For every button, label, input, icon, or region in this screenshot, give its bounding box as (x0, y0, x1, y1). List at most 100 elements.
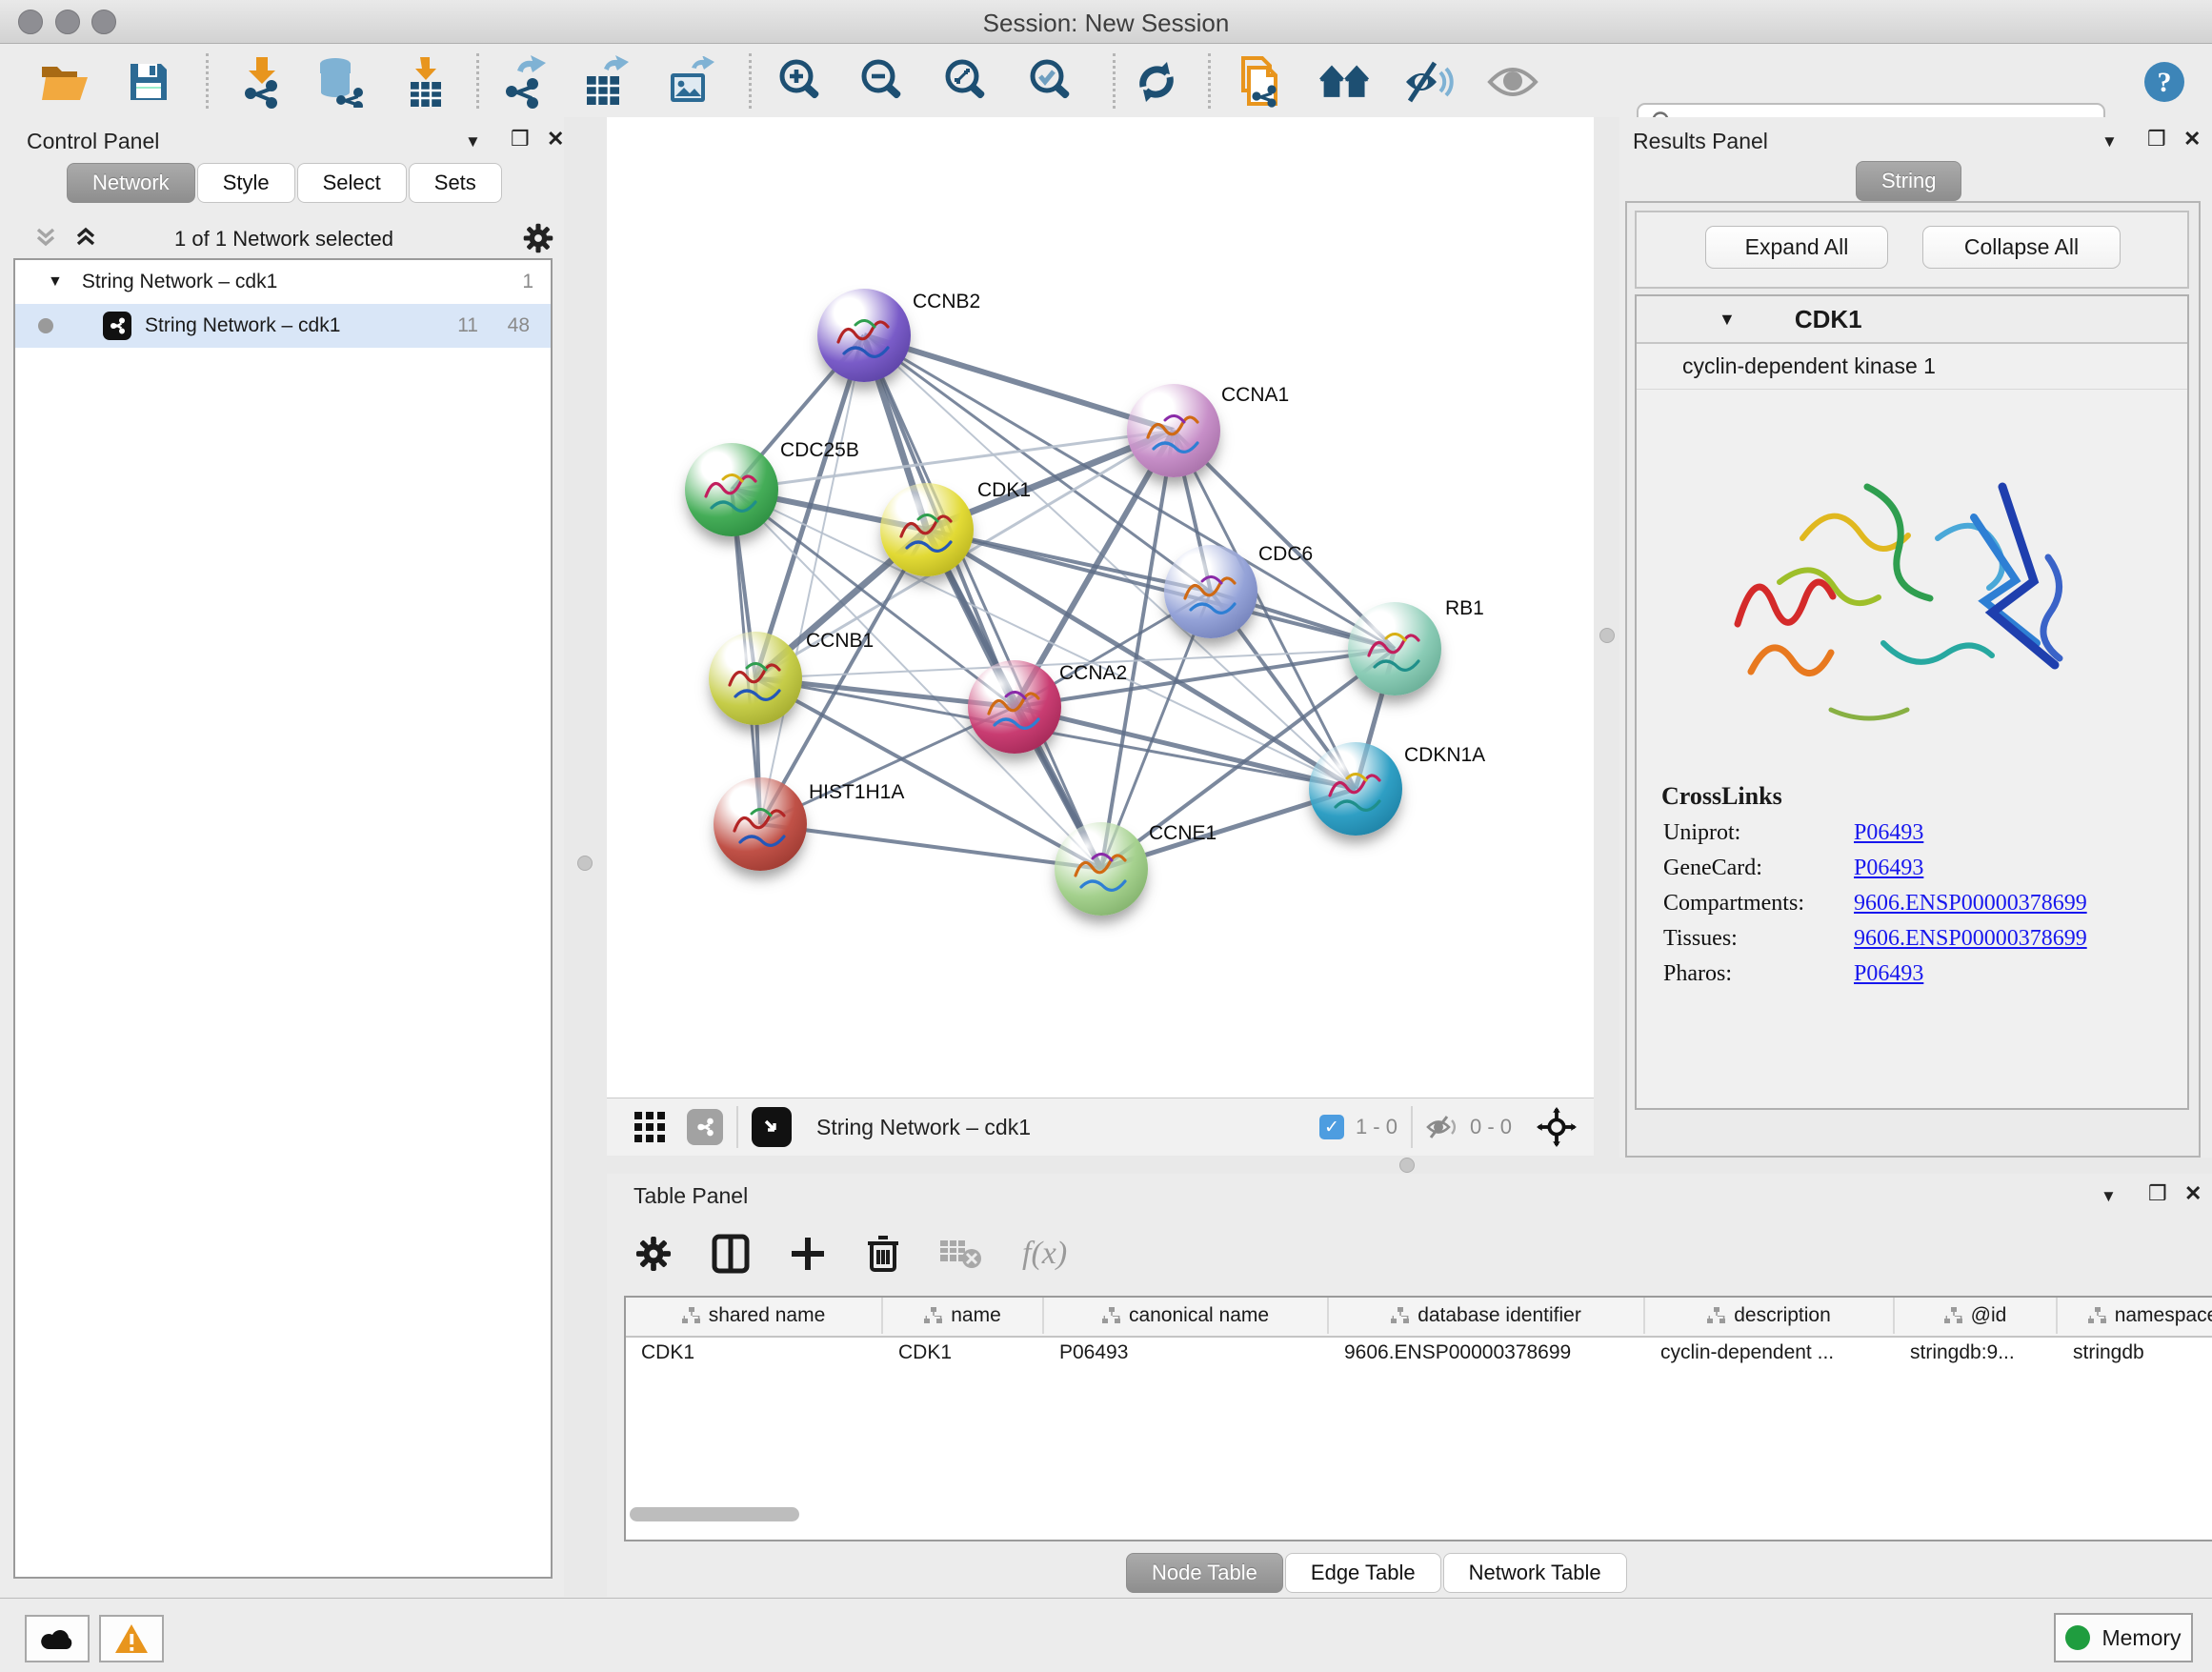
table-cell[interactable]: 9606.ENSP00000378699 (1344, 1341, 1639, 1364)
export-network-icon[interactable] (498, 55, 552, 109)
tab-network-table[interactable]: Network Table (1443, 1553, 1627, 1593)
column-header-shared-name[interactable]: shared name (626, 1298, 883, 1334)
table-columns-icon[interactable] (712, 1234, 750, 1274)
node-ccnb1[interactable] (709, 632, 802, 725)
zoom-out-icon[interactable] (855, 55, 909, 109)
tab-network[interactable]: Network (67, 163, 195, 203)
column-header-database-identifier[interactable]: database identifier (1329, 1298, 1645, 1334)
node-label-ccna2: CCNA2 (1059, 662, 1127, 685)
crosslink-link[interactable]: P06493 (1854, 856, 1923, 881)
clone-network-icon[interactable] (1233, 55, 1286, 109)
export-table-icon[interactable] (580, 55, 633, 109)
import-network-file-icon[interactable] (234, 55, 288, 109)
node-cdk1[interactable] (880, 483, 974, 576)
results-close-icon[interactable]: ✕ (2183, 127, 2201, 151)
node-cdc6[interactable] (1164, 545, 1257, 638)
import-table-icon[interactable] (399, 55, 452, 109)
node-ccnb2[interactable] (817, 289, 911, 382)
protein-structure-image (1688, 395, 2136, 769)
network-row[interactable]: String Network – cdk1 11 48 (15, 304, 551, 348)
hide-selected-icon[interactable] (1402, 55, 1456, 109)
export-image-icon[interactable] (665, 55, 718, 109)
help-icon[interactable]: ? (2138, 55, 2191, 109)
pan-crosshair-icon[interactable] (1537, 1107, 1577, 1147)
node-hist1h1a[interactable] (714, 777, 807, 871)
table-cell[interactable]: CDK1 (641, 1341, 877, 1364)
collapse-all-button[interactable]: Collapse All (1922, 226, 2121, 269)
gene-expander-icon[interactable]: ▼ (1719, 310, 1736, 330)
refresh-icon[interactable] (1130, 55, 1183, 109)
table-remove-icon[interactable] (940, 1239, 982, 1269)
table-cell[interactable]: P06493 (1059, 1341, 1323, 1364)
table-cell[interactable]: stringdb (2073, 1341, 2212, 1364)
network-node-count: 11 (457, 314, 478, 337)
tab-sets[interactable]: Sets (409, 163, 502, 203)
node-ccna2[interactable] (968, 660, 1061, 754)
memory-button[interactable]: Memory (2054, 1613, 2193, 1662)
crosslink-link[interactable]: 9606.ENSP00000378699 (1854, 926, 2087, 952)
table-delete-icon[interactable] (866, 1234, 900, 1274)
hidden-eye-icon[interactable] (1426, 1115, 1458, 1139)
tab-style[interactable]: Style (197, 163, 295, 203)
node-rb1[interactable] (1348, 602, 1441, 695)
tab-string[interactable]: String (1856, 161, 1961, 201)
crosslink-link[interactable]: P06493 (1854, 961, 1923, 987)
zoom-selected-icon[interactable] (1024, 55, 1077, 109)
panel-menu-icon[interactable]: ▼ (465, 132, 481, 151)
table-float-icon[interactable]: ❒ (2148, 1181, 2167, 1206)
column-header-namespace[interactable]: namespace (2058, 1298, 2212, 1334)
node-label-hist1h1a: HIST1H1A (809, 781, 904, 804)
table-close-icon[interactable]: ✕ (2184, 1181, 2202, 1206)
gene-entry-header[interactable]: ▼ CDK1 (1637, 296, 2187, 344)
cloud-button[interactable] (25, 1615, 90, 1662)
table-cell[interactable]: stringdb:9... (1910, 1341, 2052, 1364)
results-float-icon[interactable]: ❒ (2147, 127, 2166, 151)
tab-edge-table[interactable]: Edge Table (1285, 1553, 1441, 1593)
horizontal-splitter[interactable] (607, 1155, 2212, 1174)
column-header--id[interactable]: @id (1895, 1298, 2058, 1334)
table-cell[interactable]: cyclin-dependent ... (1660, 1341, 1889, 1364)
node-ccne1[interactable] (1055, 822, 1148, 916)
warning-button[interactable] (99, 1615, 164, 1662)
node-cdc25b[interactable] (685, 443, 778, 536)
table-add-icon[interactable] (790, 1236, 826, 1272)
column-header-canonical-name[interactable]: canonical name (1044, 1298, 1329, 1334)
expand-all-button[interactable]: Expand All (1705, 226, 1888, 269)
open-session-icon[interactable] (38, 55, 91, 109)
crosslink-link[interactable]: P06493 (1854, 820, 1923, 846)
node-label-ccnb1: CCNB1 (806, 630, 874, 653)
table-menu-icon[interactable]: ▼ (2101, 1187, 2117, 1206)
birdseye-icon[interactable] (752, 1107, 792, 1147)
fx-icon[interactable]: f(x) (1022, 1236, 1067, 1272)
network-canvas[interactable]: CCNB2CCNA1CDC25BCDK1CDC6RB1CCNB1CCNA2CDK… (607, 117, 1594, 1098)
zoom-fit-icon[interactable] (939, 55, 993, 109)
network-collection-row[interactable]: ▼ String Network – cdk1 1 (15, 260, 551, 304)
network-options-gear-icon[interactable] (522, 222, 554, 254)
node-ccna1[interactable] (1127, 384, 1220, 477)
zoom-in-icon[interactable] (774, 55, 827, 109)
collection-expander-icon[interactable]: ▼ (48, 273, 63, 291)
crosslink-link[interactable]: 9606.ENSP00000378699 (1854, 891, 2087, 917)
right-splitter[interactable] (1594, 117, 1619, 1158)
column-header-description[interactable]: description (1645, 1298, 1895, 1334)
selected-checkbox-icon[interactable]: ✓ (1319, 1115, 1344, 1139)
node-table[interactable]: shared namenamecanonical namedatabase id… (624, 1296, 2212, 1541)
tab-node-table[interactable]: Node Table (1126, 1553, 1283, 1593)
left-splitter[interactable] (564, 117, 607, 1597)
table-hscrollbar[interactable] (630, 1507, 799, 1521)
panel-close-icon[interactable]: ✕ (547, 127, 564, 151)
save-session-icon[interactable] (122, 55, 175, 109)
first-neighbors-icon[interactable] (1318, 55, 1372, 109)
table-gear-icon[interactable] (635, 1236, 672, 1272)
grid-view-icon[interactable] (633, 1111, 666, 1143)
node-cdkn1a[interactable] (1309, 742, 1402, 836)
table-cell[interactable]: CDK1 (898, 1341, 1038, 1364)
import-network-database-icon[interactable] (312, 55, 365, 109)
share-view-icon[interactable] (687, 1109, 723, 1145)
tab-select[interactable]: Select (297, 163, 407, 203)
panel-float-icon[interactable]: ❒ (511, 127, 530, 151)
node-label-cdc25b: CDC25B (780, 439, 859, 462)
results-menu-icon[interactable]: ▼ (2101, 132, 2118, 151)
show-all-icon[interactable] (1486, 55, 1539, 109)
column-header-name[interactable]: name (883, 1298, 1044, 1334)
